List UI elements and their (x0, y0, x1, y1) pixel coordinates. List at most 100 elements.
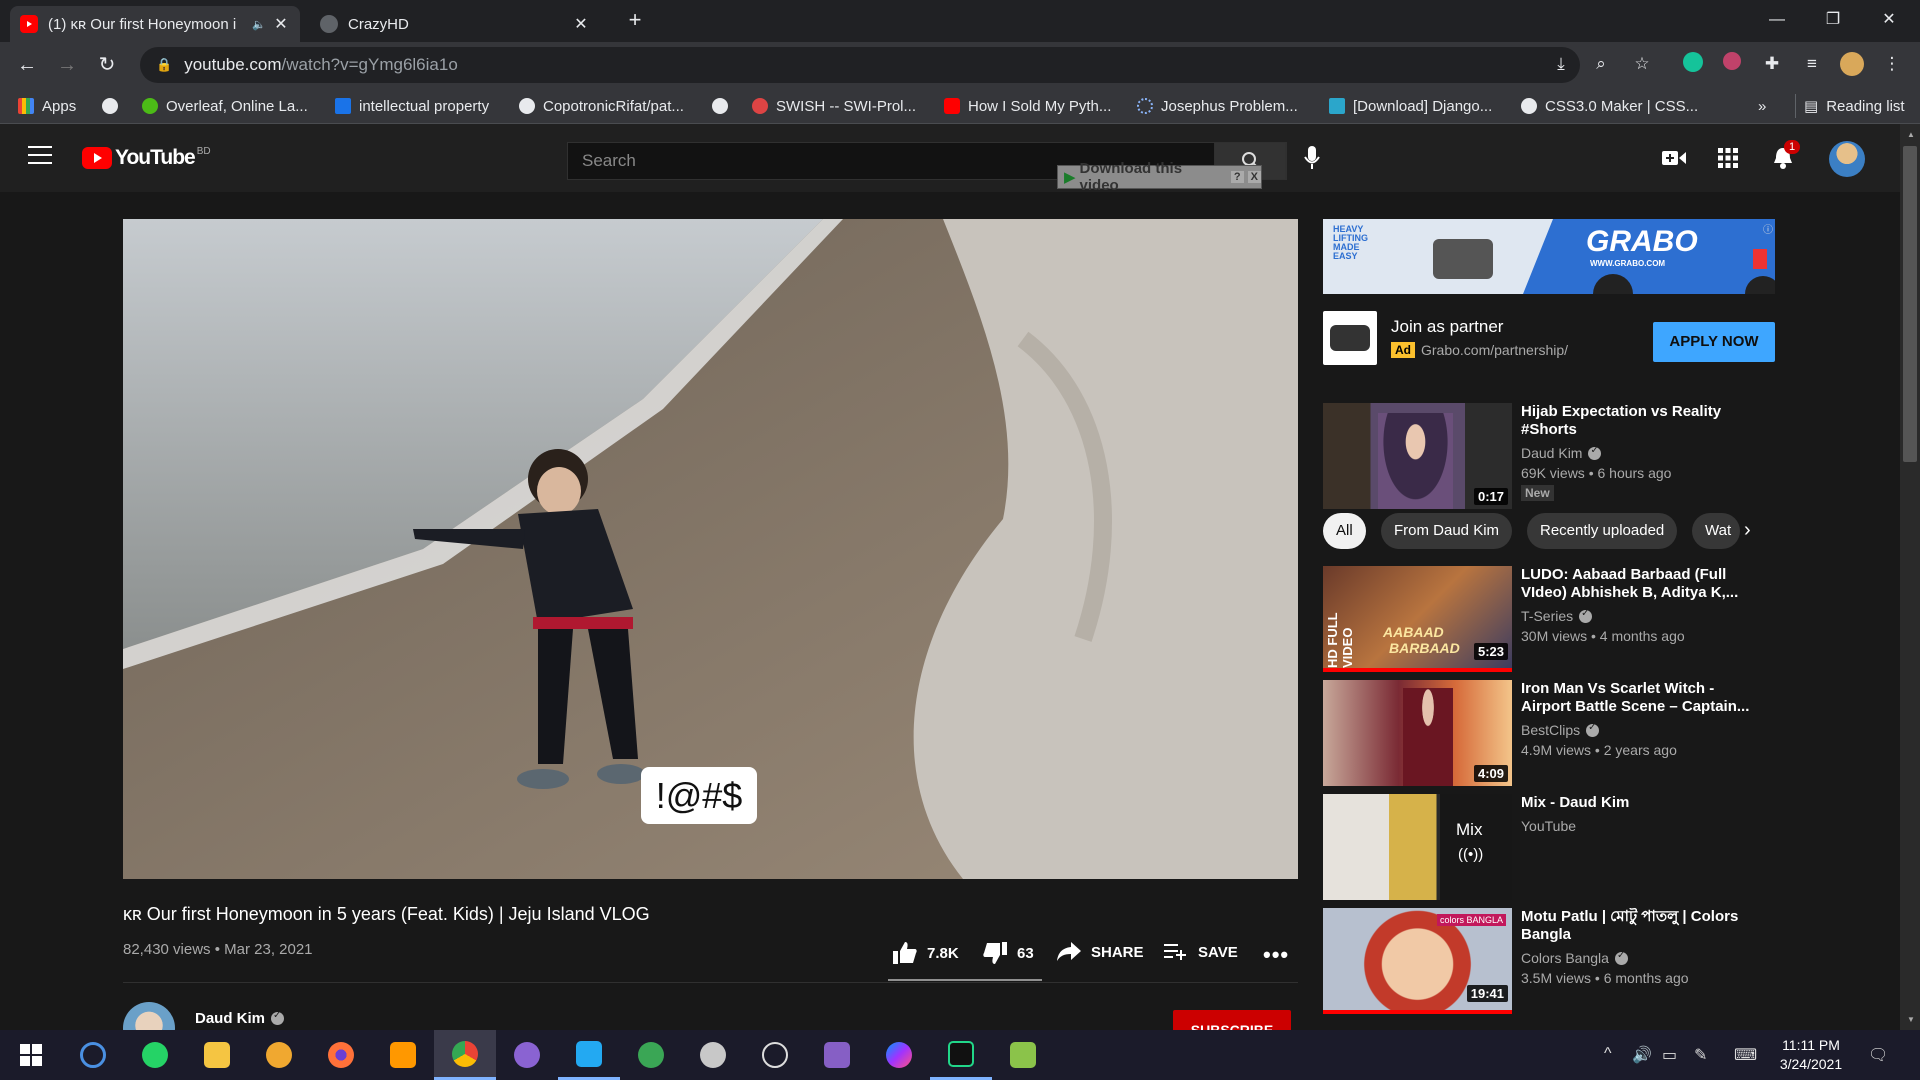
ad-logo[interactable] (1323, 311, 1377, 365)
search-taskbar-icon[interactable] (62, 1030, 124, 1080)
notifications-bell-icon[interactable]: 1 (1772, 140, 1801, 175)
vpn-icon[interactable] (248, 1030, 310, 1080)
back-icon[interactable]: ← (12, 50, 42, 80)
bookmark-apps[interactable]: Apps (18, 94, 76, 118)
bookmark-globe[interactable] (102, 94, 126, 118)
apply-now-button[interactable]: APPLY NOW (1653, 322, 1775, 362)
create-video-icon[interactable] (1662, 150, 1686, 171)
related-video-item[interactable]: 0:17 Hijab Expectation vs Reality #Short… (1323, 403, 1783, 509)
bookmark-josephus[interactable]: Josephus Problem... (1137, 94, 1298, 118)
related-video-item[interactable]: HD FULL VIDEO AABAAD BARBAAD 5:23 LUDO: … (1323, 566, 1783, 672)
chip-from-daud-kim[interactable]: From Daud Kim (1381, 513, 1513, 549)
restore-button[interactable]: ❐ (1810, 6, 1856, 36)
speaker-icon[interactable]: 🔈 (252, 18, 266, 31)
hamburger-menu-icon[interactable] (28, 146, 52, 164)
video-thumbnail[interactable]: HD FULL VIDEO AABAAD BARBAAD 5:23 (1323, 566, 1512, 672)
help-icon[interactable]: ? (1230, 171, 1244, 183)
scrollbar-thumb[interactable] (1903, 146, 1917, 462)
media-control-icon[interactable]: ≡ (1800, 52, 1824, 76)
volume-icon[interactable]: 🔊 (1632, 1045, 1652, 1065)
bookmark-django[interactable]: [Download] Django... (1329, 94, 1492, 118)
clock[interactable]: 11:11 PM 3/24/2021 (1776, 1036, 1846, 1074)
chip-recently-uploaded[interactable]: Recently uploaded (1527, 513, 1678, 549)
apps-grid-icon[interactable] (1718, 148, 1738, 173)
video-player[interactable]: !@#$ (123, 219, 1298, 879)
chip-watched[interactable]: Wat (1692, 513, 1740, 549)
chevron-right-icon[interactable]: › (1744, 519, 1751, 542)
action-center-icon[interactable]: 🗨 (1868, 1045, 1888, 1065)
voice-search-icon[interactable] (1304, 146, 1320, 175)
network-icon[interactable]: ▭ (1662, 1045, 1677, 1065)
chrome-taskbar-icon[interactable] (434, 1030, 496, 1080)
puzzle-icon[interactable]: ✚ (1760, 52, 1784, 76)
vscode-icon[interactable] (558, 1030, 620, 1080)
more-bookmarks-button[interactable]: » (1758, 94, 1766, 118)
tab-youtube[interactable]: (1) ᴋʀ Our first Honeymoon i 🔈 ✕ (10, 6, 300, 42)
zoom-icon[interactable]: ⌕ (1589, 52, 1613, 76)
install-icon[interactable]: ⤓ (1549, 52, 1573, 76)
globe-app-icon[interactable] (620, 1030, 682, 1080)
pycharm-icon[interactable] (930, 1030, 992, 1080)
messenger-icon[interactable] (868, 1030, 930, 1080)
menu-kebab-icon[interactable]: ⋮ (1880, 52, 1904, 76)
satellite-app-icon[interactable] (744, 1030, 806, 1080)
network-app-icon[interactable] (682, 1030, 744, 1080)
bookmark-github[interactable]: CopotronicRifat/pat... (519, 94, 684, 118)
youtube-logo[interactable]: YouTube BD (82, 146, 211, 170)
more-actions-icon[interactable]: ••• (1263, 942, 1289, 968)
bookmark-youtube[interactable]: How I Sold My Pyth... (944, 94, 1111, 118)
lock-icon[interactable]: 🔒 (156, 57, 172, 73)
dislike-button[interactable]: 63 (983, 942, 1034, 964)
channel-name[interactable]: Daud Kim (195, 1010, 285, 1027)
related-video-mix[interactable]: Mix ((•)) Mix - Daud Kim YouTube (1323, 794, 1783, 900)
windows-start-icon[interactable] (0, 1030, 62, 1080)
video-thumbnail[interactable]: 4:09 (1323, 680, 1512, 786)
scroll-down-icon[interactable]: ▼ (1907, 1015, 1915, 1024)
video-thumbnail[interactable]: 0:17 (1323, 403, 1512, 509)
firefox-icon[interactable] (310, 1030, 372, 1080)
bookmark-star-icon[interactable]: ☆ (1630, 52, 1654, 76)
bookmark-globe-2[interactable] (712, 94, 736, 118)
visual-studio-icon[interactable] (806, 1030, 868, 1080)
ad-info-icon[interactable]: ⓘ (1763, 221, 1773, 236)
close-window-button[interactable]: ✕ (1866, 6, 1912, 36)
bookmark-css3-maker[interactable]: CSS3.0 Maker | CSS... (1521, 94, 1698, 118)
channel-avatar[interactable] (123, 1002, 175, 1030)
keyboard-icon[interactable]: ⌨ (1734, 1045, 1757, 1065)
pen-icon[interactable]: ✎ (1694, 1045, 1707, 1065)
page-scrollbar[interactable]: ▲ ▼ (1900, 124, 1920, 1030)
address-bar[interactable]: 🔒 youtube.com/watch?v=gYmg6l6ia1o (140, 47, 1580, 83)
close-icon[interactable]: X (1247, 171, 1261, 183)
grammarly-icon[interactable] (1681, 52, 1705, 76)
new-tab-button[interactable]: + (612, 6, 658, 36)
bookmark-swish[interactable]: SWISH -- SWI-Prol... (752, 94, 916, 118)
forward-icon[interactable]: → (52, 50, 82, 80)
like-button[interactable]: 7.8K (893, 942, 959, 964)
save-button[interactable]: SAVE (1164, 942, 1238, 962)
related-video-item[interactable]: 4:09 Iron Man Vs Scarlet Witch - Airport… (1323, 680, 1783, 786)
subscribe-button[interactable]: SUBSCRIBE (1173, 1010, 1291, 1030)
share-button[interactable]: SHARE (1057, 942, 1144, 962)
notepad-icon[interactable] (992, 1030, 1054, 1080)
chip-all[interactable]: All (1323, 513, 1366, 549)
reload-icon[interactable]: ↻ (92, 50, 122, 80)
ad-banner[interactable]: HEAVY LIFTING MADE EASY GRABO WWW.GRABO.COM… (1323, 219, 1775, 294)
sublime-icon[interactable] (372, 1030, 434, 1080)
bookmark-overleaf[interactable]: Overleaf, Online La... (142, 94, 308, 118)
reading-list-button[interactable]: ▤ Reading list (1795, 94, 1905, 118)
video-thumbnail[interactable]: colors BANGLA 19:41 (1323, 908, 1512, 1014)
show-hidden-icons[interactable]: ^ (1604, 1045, 1612, 1063)
github-desktop-icon[interactable] (496, 1030, 558, 1080)
close-tab-icon[interactable]: ✕ (572, 14, 590, 34)
tab-crazyhd[interactable]: CrazyHD ✕ (310, 6, 600, 42)
file-explorer-icon[interactable] (186, 1030, 248, 1080)
ad-title[interactable]: Join as partner (1391, 317, 1503, 337)
related-video-item[interactable]: colors BANGLA 19:41 Motu Patlu | মোটু পা… (1323, 908, 1783, 1014)
profile-avatar[interactable] (1840, 52, 1864, 76)
close-tab-icon[interactable]: ✕ (272, 14, 290, 34)
video-thumbnail[interactable]: Mix ((•)) (1323, 794, 1512, 900)
download-video-bar[interactable]: ▶ Download this video ? X (1057, 160, 1262, 194)
scroll-up-icon[interactable]: ▲ (1907, 130, 1915, 139)
bookmark-intellectual-property[interactable]: intellectual property (335, 94, 489, 118)
extension-icon[interactable] (1720, 52, 1744, 76)
